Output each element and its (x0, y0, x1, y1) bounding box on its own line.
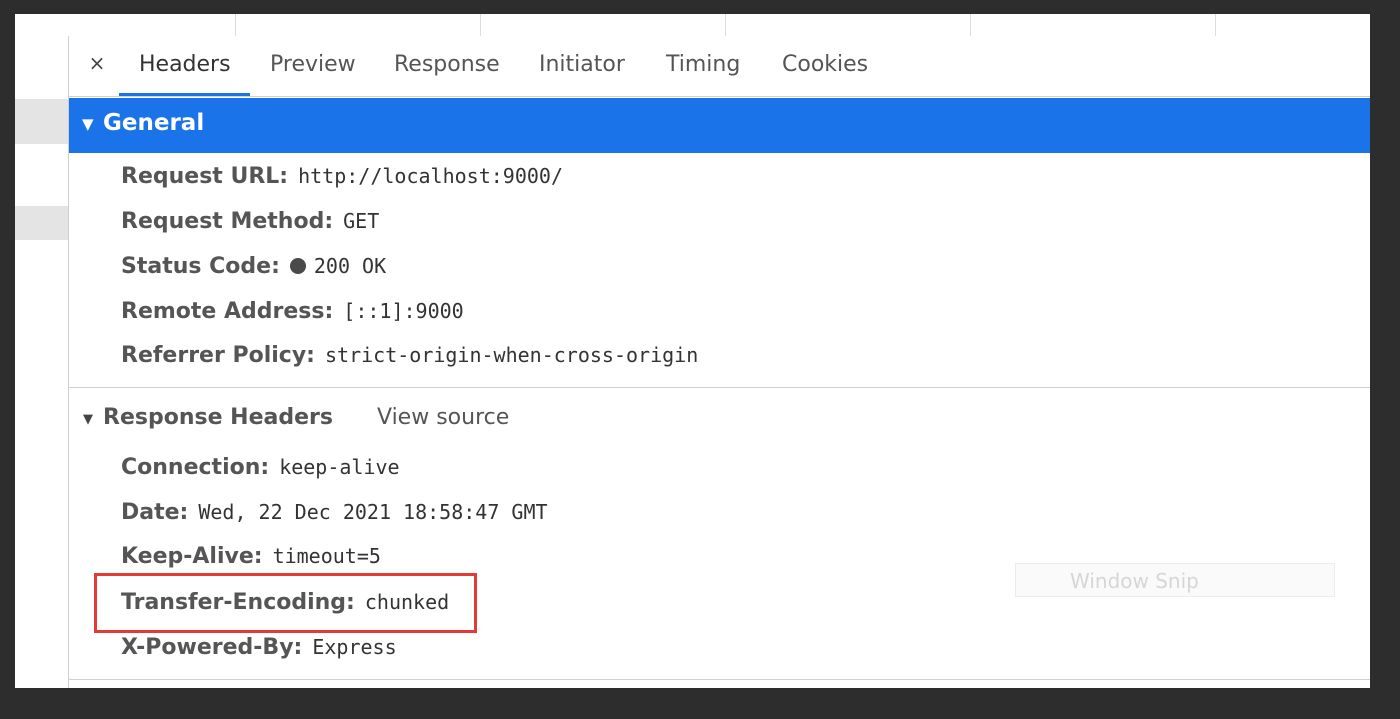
window-snip-watermark: Window Snip (1015, 563, 1335, 597)
response-headers-section-header[interactable]: ▼ Response Headers View source (69, 399, 1370, 439)
column-divider (480, 14, 481, 36)
transfer-encoding-highlight-box (94, 573, 477, 633)
general-section-header[interactable]: ▼ General (69, 98, 1370, 153)
tab-response[interactable]: Response (394, 52, 500, 77)
connection-row: Connection: keep-alive (121, 449, 400, 485)
details-tab-bar: × Headers Preview Response Initiator Tim… (69, 36, 1370, 97)
header-value: timeout=5 (272, 544, 381, 568)
tab-cookies[interactable]: Cookies (782, 52, 868, 77)
status-dot-icon (289, 258, 306, 274)
column-divider (970, 14, 971, 36)
active-tab-indicator (119, 93, 250, 96)
header-key: Status Code: (121, 254, 280, 279)
tab-timing[interactable]: Timing (666, 52, 740, 77)
header-value: keep-alive (279, 455, 400, 479)
request-row-selected[interactable] (15, 99, 68, 144)
header-value: Wed, 22 Dec 2021 18:58:47 GMT (198, 500, 548, 524)
header-key: Connection: (121, 455, 270, 480)
header-key: Keep-Alive: (121, 544, 263, 569)
request-row[interactable] (15, 206, 68, 240)
header-key: Request URL: (121, 164, 289, 189)
header-value: [::1]:9000 (343, 299, 464, 323)
request-list-pane[interactable] (15, 36, 69, 688)
triangle-down-icon: ▼ (82, 115, 94, 133)
column-divider (1215, 14, 1216, 36)
tab-initiator[interactable]: Initiator (539, 52, 625, 77)
triangle-down-icon: ▼ (83, 412, 93, 427)
header-key: Remote Address: (121, 299, 334, 324)
referrer-policy-row: Referrer Policy: strict-origin-when-cross… (121, 337, 698, 373)
column-divider (725, 14, 726, 36)
devtools-window: × Headers Preview Response Initiator Tim… (15, 14, 1370, 688)
header-value: 200 OK (313, 254, 387, 278)
request-url-row: Request URL: http://localhost:9000/ (121, 158, 563, 194)
close-icon[interactable]: × (86, 51, 108, 75)
column-divider (235, 14, 236, 36)
keep-alive-row: Keep-Alive: timeout=5 (121, 538, 381, 574)
header-key: X-Powered-By: (121, 635, 303, 660)
network-columns-strip (15, 14, 1370, 37)
tab-preview[interactable]: Preview (270, 52, 356, 77)
section-divider (69, 387, 1370, 388)
tab-headers[interactable]: Headers (139, 52, 231, 77)
request-method-row: Request Method: GET (121, 203, 379, 239)
request-details-panel: × Headers Preview Response Initiator Tim… (69, 36, 1370, 688)
header-value: GET (343, 209, 380, 233)
status-code-row: Status Code: 200 OK (121, 248, 386, 284)
response-headers-title: Response Headers (103, 405, 333, 430)
date-row: Date: Wed, 22 Dec 2021 18:58:47 GMT (121, 494, 548, 530)
header-key: Request Method: (121, 209, 334, 234)
x-powered-by-row: X-Powered-By: Express (121, 629, 397, 665)
section-divider (69, 679, 1370, 680)
view-source-link[interactable]: View source (377, 405, 509, 430)
header-value: http://localhost:9000/ (298, 164, 563, 188)
general-section-title: General (103, 110, 205, 136)
header-key: Date: (121, 500, 189, 525)
header-value: strict-origin-when-cross-origin (324, 343, 699, 367)
header-value: Express (312, 635, 397, 659)
header-key: Referrer Policy: (121, 343, 315, 368)
remote-address-row: Remote Address: [::1]:9000 (121, 293, 464, 329)
